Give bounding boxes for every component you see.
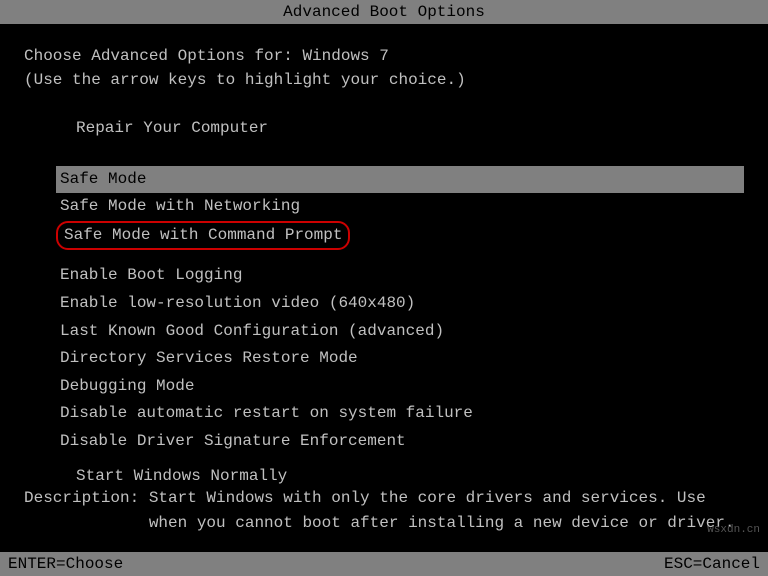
title-bar: Advanced Boot Options — [0, 0, 768, 24]
watermark: wsxdn.cn — [707, 524, 760, 536]
menu-item-directory-services[interactable]: Directory Services Restore Mode — [56, 345, 744, 373]
description-line1: Description: Start Windows with only the… — [24, 486, 744, 511]
description-line2: when you cannot boot after installing a … — [24, 511, 744, 536]
menu-item-safe-mode-command-prompt[interactable]: Safe Mode with Command Prompt — [56, 221, 744, 251]
title-text: Advanced Boot Options — [283, 3, 485, 21]
esc-cancel-label: ESC=Cancel — [664, 555, 760, 573]
menu-item-disable-driver-sig-label: Disable Driver Signature Enforcement — [60, 432, 406, 450]
description-section: Description: Start Windows with only the… — [0, 486, 768, 536]
repair-computer-label: Repair Your Computer — [76, 119, 268, 137]
start-normally-item[interactable]: Start Windows Normally — [76, 464, 744, 490]
header-line1: Choose Advanced Options for: Windows 7 — [24, 44, 744, 68]
menu-item-enable-boot-logging[interactable]: Enable Boot Logging — [56, 262, 744, 290]
header-section: Choose Advanced Options for: Windows 7 (… — [24, 44, 744, 92]
menu-item-safe-mode-label: Safe Mode — [60, 170, 146, 188]
menu-item-safe-mode-networking[interactable]: Safe Mode with Networking — [56, 193, 744, 221]
menu-item-disable-restart-label: Disable automatic restart on system fail… — [60, 404, 473, 422]
start-normally-label: Start Windows Normally — [76, 467, 287, 485]
repair-computer-item[interactable]: Repair Your Computer — [76, 116, 744, 142]
enter-choose-label: ENTER=Choose — [8, 555, 123, 573]
menu-item-disable-driver-sig[interactable]: Disable Driver Signature Enforcement — [56, 428, 744, 456]
menu-item-safe-mode[interactable]: Safe Mode — [56, 166, 744, 194]
menu-item-enable-boot-logging-label: Enable Boot Logging — [60, 266, 242, 284]
main-content: Choose Advanced Options for: Windows 7 (… — [0, 24, 768, 489]
menu-item-safe-mode-networking-label: Safe Mode with Networking — [60, 197, 300, 215]
header-line2: (Use the arrow keys to highlight your ch… — [24, 68, 744, 92]
menu-item-enable-low-res-label: Enable low-resolution video (640x480) — [60, 294, 415, 312]
menu-item-debugging-mode-label: Debugging Mode — [60, 377, 194, 395]
menu-item-last-known-good-label: Last Known Good Configuration (advanced) — [60, 322, 444, 340]
menu-item-disable-restart[interactable]: Disable automatic restart on system fail… — [56, 400, 744, 428]
menu-item-last-known-good[interactable]: Last Known Good Configuration (advanced) — [56, 318, 744, 346]
menu-item-directory-services-label: Directory Services Restore Mode — [60, 349, 358, 367]
boot-options-menu: Safe Mode Safe Mode with Networking Safe… — [24, 166, 744, 456]
bottom-bar: ENTER=Choose ESC=Cancel — [0, 552, 768, 576]
menu-item-debugging-mode[interactable]: Debugging Mode — [56, 373, 744, 401]
menu-item-safe-mode-command-prompt-label: Safe Mode with Command Prompt — [56, 221, 350, 251]
menu-item-enable-low-res[interactable]: Enable low-resolution video (640x480) — [56, 290, 744, 318]
